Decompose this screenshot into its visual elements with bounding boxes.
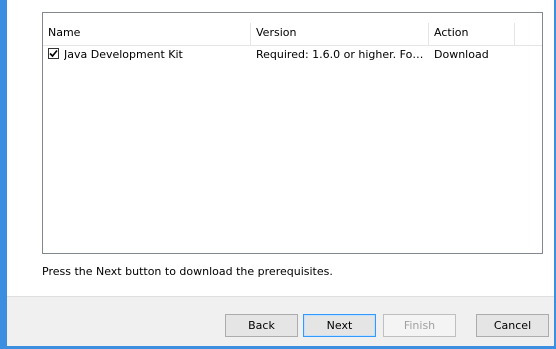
next-button[interactable]: Next [303, 314, 376, 337]
row-action-cell[interactable]: Download [434, 46, 514, 64]
table-row[interactable]: Java Development Kit Required: 1.6.0 or … [43, 46, 542, 64]
status-message: Press the Next button to download the pr… [42, 265, 333, 278]
column-header-version[interactable]: Version [251, 23, 429, 45]
finish-button[interactable]: Finish [383, 314, 456, 337]
row-version-cell: Required: 1.6.0 or higher. Foun... [256, 48, 427, 61]
table-header: Name Version Action [43, 23, 542, 46]
back-button[interactable]: Back [225, 314, 298, 337]
window-left-border [0, 0, 7, 349]
cancel-button[interactable]: Cancel [476, 314, 549, 337]
checkmark-icon [49, 49, 58, 58]
column-header-action[interactable]: Action [429, 23, 515, 45]
wizard-button-bar: Back Next Finish Cancel [7, 296, 554, 346]
row-name-cell: Java Development Kit [64, 48, 183, 61]
column-header-name[interactable]: Name [43, 23, 251, 45]
row-checkbox[interactable] [48, 48, 59, 59]
prerequisites-table: Name Version Action Java Development Kit… [42, 12, 543, 254]
wizard-content-panel: Name Version Action Java Development Kit… [7, 0, 554, 296]
